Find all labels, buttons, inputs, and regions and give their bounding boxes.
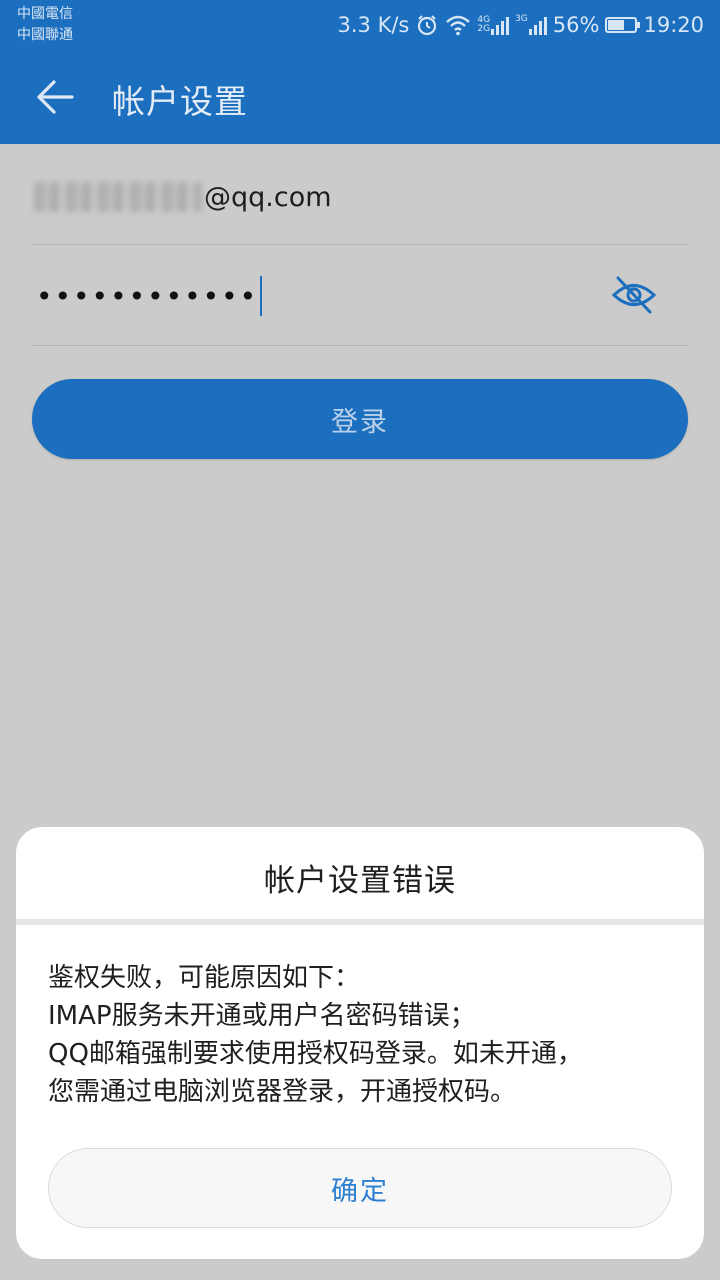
password-field[interactable]: ••••••••••••	[36, 272, 263, 320]
carrier-info: 中國電信 中國聯通	[17, 4, 73, 46]
dialog-message-line: 鉴权失败，可能原因如下：	[48, 963, 361, 993]
carrier-1: 中國電信	[17, 6, 73, 22]
dialog-message-line: 您需通过电脑浏览器登录，开通授权码。	[48, 1077, 517, 1107]
network-speed: 3.3 K/s	[337, 13, 410, 37]
status-bar: 中國電信 中國聯通 3.3 K/s 4G 2G 3G 56% 19:20	[0, 0, 720, 50]
dialog-divider	[16, 919, 704, 925]
signal-icon-2	[528, 15, 547, 35]
network-2g-label: 2G	[477, 24, 491, 34]
dialog-message-line: IMAP服务未开通或用户名密码错误；	[48, 1001, 476, 1031]
status-icons: 3.3 K/s 4G 2G 3G 56% 19:20	[338, 0, 704, 50]
password-value: ••••••••••••	[36, 279, 259, 313]
text-caret	[260, 276, 263, 316]
network-3g-label: 3G	[515, 14, 528, 24]
login-button[interactable]: 登录	[32, 379, 688, 459]
email-field[interactable]: @qq.com	[34, 175, 332, 219]
dialog-message-line: QQ邮箱强制要求使用授权码登录。如未开通，	[48, 1039, 583, 1069]
page-title: 帐户设置	[112, 82, 248, 121]
email-divider	[32, 244, 688, 245]
ok-button[interactable]: 确定	[48, 1148, 672, 1228]
password-divider	[32, 345, 688, 346]
carrier-2: 中國聯通	[17, 27, 73, 43]
dialog-title: 帐户设置错误	[264, 863, 456, 899]
signal-icon-1	[491, 15, 510, 35]
error-dialog: 帐户设置错误 鉴权失败，可能原因如下： IMAP服务未开通或用户名密码错误； Q…	[16, 827, 704, 1259]
wifi-icon	[446, 15, 471, 36]
battery-percent: 56%	[552, 13, 600, 37]
email-username-redacted	[34, 182, 202, 212]
eye-off-icon[interactable]	[610, 274, 658, 316]
app-toolbar: 帐户设置	[0, 50, 720, 144]
battery-icon	[605, 17, 641, 33]
clock: 19:20	[643, 13, 704, 37]
email-domain: @qq.com	[204, 181, 332, 213]
arrow-left-icon[interactable]	[34, 76, 76, 118]
alarm-icon	[418, 15, 437, 36]
dialog-message: 鉴权失败，可能原因如下： IMAP服务未开通或用户名密码错误； QQ邮箱强制要求…	[48, 959, 678, 1111]
